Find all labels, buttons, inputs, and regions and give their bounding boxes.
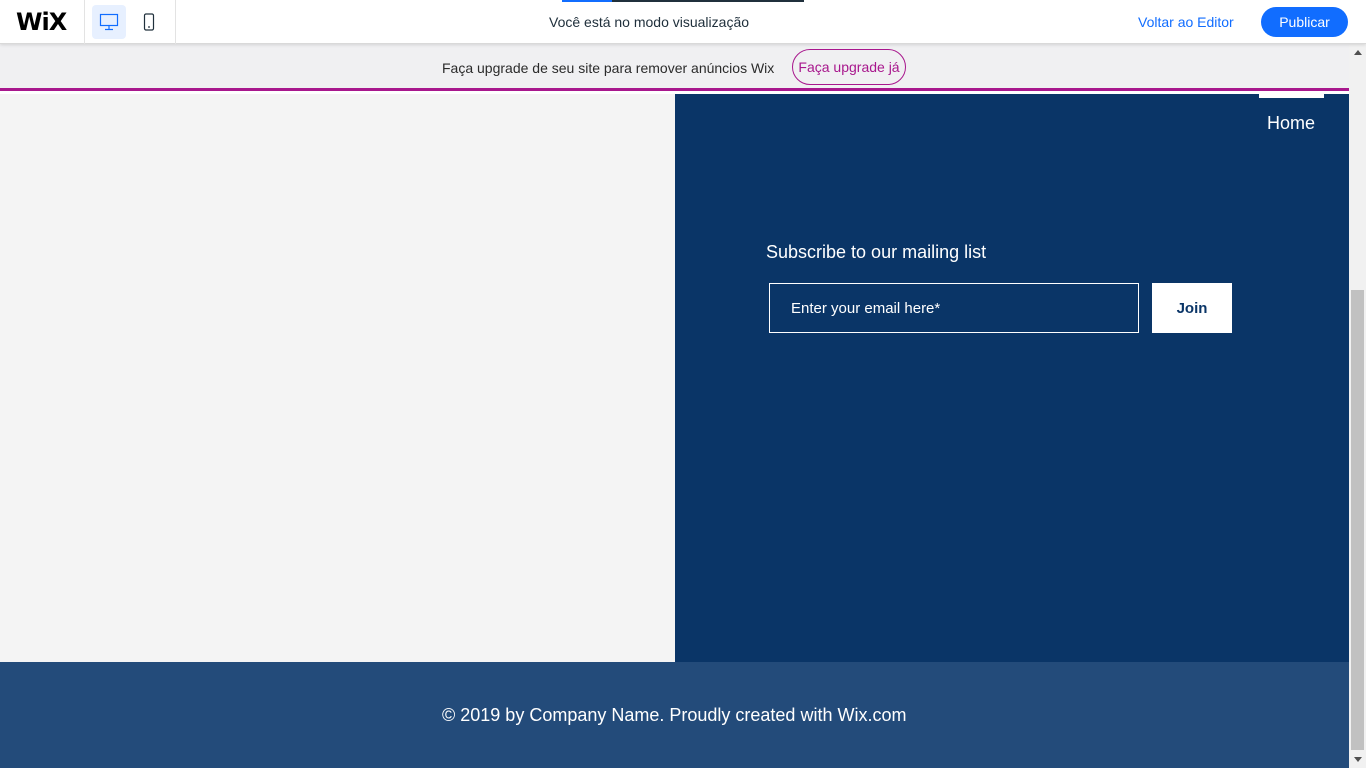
back-to-editor-link[interactable]: Voltar ao Editor: [1138, 14, 1234, 30]
toolbar-divider: [84, 0, 85, 44]
preview-toolbar: WiX Você está no modo visualização Volta…: [0, 0, 1366, 44]
subscribe-panel: [675, 94, 1349, 662]
mobile-view-button[interactable]: [132, 5, 166, 39]
wix-logo[interactable]: WiX: [16, 9, 67, 35]
desktop-view-button[interactable]: [92, 5, 126, 39]
publish-button[interactable]: Publicar: [1261, 7, 1348, 37]
upgrade-now-button[interactable]: Faça upgrade já: [792, 49, 906, 85]
page-scrollbar[interactable]: [1349, 44, 1366, 768]
subscribe-title: Subscribe to our mailing list: [766, 242, 987, 262]
scroll-up-arrow[interactable]: [1349, 44, 1366, 61]
toolbar-accent-highlight: [562, 0, 612, 2]
upgrade-banner: Faça upgrade de seu site para remover an…: [0, 44, 1349, 91]
preview-mode-label: Você está no modo visualização: [549, 14, 750, 30]
toolbar-divider: [175, 0, 176, 44]
email-field[interactable]: [769, 283, 1139, 333]
desktop-icon: [99, 13, 119, 31]
upgrade-banner-text: Faça upgrade de seu site para remover an…: [442, 60, 775, 76]
footer-copyright: © 2019 by Company Name. Proudly created …: [442, 705, 907, 725]
left-content-panel: [0, 94, 675, 662]
join-button[interactable]: Join: [1152, 283, 1232, 333]
scroll-down-arrow[interactable]: [1349, 751, 1366, 768]
scrollbar-thumb[interactable]: [1351, 290, 1364, 750]
triangle-down-icon: [1353, 757, 1362, 762]
triangle-up-icon: [1353, 50, 1362, 55]
nav-active-indicator: [1259, 94, 1324, 98]
nav-item-home[interactable]: Home: [1267, 113, 1315, 134]
site-footer: © 2019 by Company Name. Proudly created …: [0, 662, 1349, 768]
mobile-icon: [143, 13, 155, 31]
